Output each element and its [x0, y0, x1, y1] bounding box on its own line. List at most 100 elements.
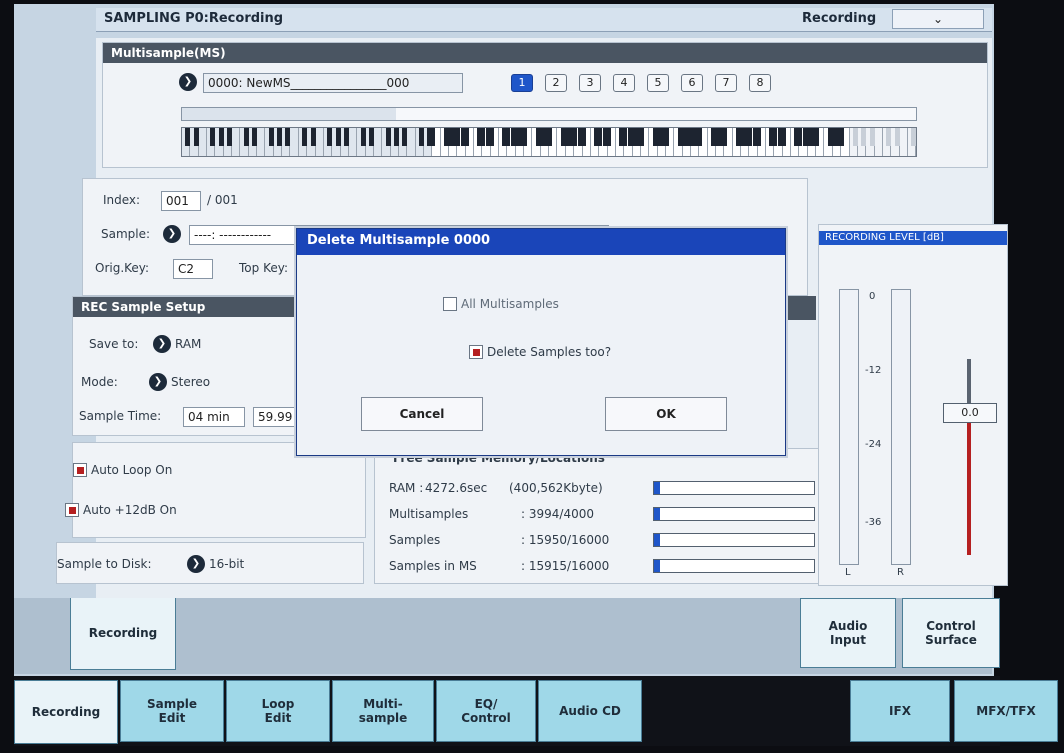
piano-key[interactable] [323, 128, 336, 156]
piano-key[interactable] [407, 128, 416, 156]
piano-key[interactable] [591, 128, 603, 156]
piano-key[interactable] [348, 128, 358, 156]
piano-key[interactable] [874, 128, 883, 156]
tab-ifx[interactable]: IFX [850, 680, 950, 742]
piano-key[interactable] [833, 128, 845, 156]
piano-key[interactable] [857, 128, 870, 156]
piano-key[interactable] [658, 128, 669, 156]
piano-key[interactable] [716, 128, 728, 156]
piano-key[interactable] [907, 128, 916, 156]
subtab-control-surface[interactable]: Control Surface [902, 598, 1000, 668]
piano-key[interactable] [457, 128, 469, 156]
piano-key[interactable] [248, 128, 261, 156]
piano-key[interactable] [624, 128, 636, 156]
piano-key[interactable] [491, 128, 500, 156]
keyboard[interactable] [181, 127, 917, 157]
piano-key[interactable] [432, 128, 441, 156]
piano-key[interactable] [198, 128, 208, 156]
piano-key[interactable] [882, 128, 895, 156]
auto-12db-checkbox[interactable]: Auto +12dB On [65, 503, 177, 517]
piano-key[interactable] [215, 128, 227, 156]
piano-key[interactable] [633, 128, 644, 156]
subtab-audio-input[interactable]: Audio Input [800, 598, 896, 668]
piano-key[interactable] [666, 128, 675, 156]
key-range-bar[interactable] [181, 107, 917, 121]
level-slider-knob[interactable]: 0.0 [943, 403, 997, 423]
bank-button-4[interactable]: 4 [613, 74, 635, 92]
piano-key[interactable] [841, 128, 850, 156]
piano-key[interactable] [574, 128, 586, 156]
piano-key[interactable] [207, 128, 219, 156]
piano-key[interactable] [699, 128, 708, 156]
piano-key[interactable] [649, 128, 661, 156]
piano-key[interactable] [273, 128, 286, 156]
piano-key[interactable] [799, 128, 811, 156]
subtab-recording[interactable]: Recording [70, 598, 176, 670]
piano-key[interactable] [549, 128, 558, 156]
piano-key[interactable] [616, 128, 628, 156]
piano-key[interactable] [315, 128, 324, 156]
piano-key[interactable] [482, 128, 494, 156]
piano-key[interactable] [232, 128, 241, 156]
bank-button-1[interactable]: 1 [511, 74, 533, 92]
piano-key[interactable] [390, 128, 402, 156]
ms-name-field[interactable]: 0000: NewMS________________000 [203, 73, 463, 93]
piano-key[interactable] [599, 128, 611, 156]
piano-key[interactable] [466, 128, 475, 156]
piano-key[interactable] [866, 128, 878, 156]
piano-key[interactable] [733, 128, 745, 156]
piano-key[interactable] [758, 128, 767, 156]
piano-key[interactable] [340, 128, 352, 156]
piano-key[interactable] [182, 128, 194, 156]
piano-key[interactable] [783, 128, 792, 156]
piano-key[interactable] [766, 128, 778, 156]
piano-key[interactable] [449, 128, 461, 156]
all-multisamples-checkbox[interactable]: All Multisamples [443, 297, 559, 311]
piano-key[interactable] [290, 128, 299, 156]
piano-key[interactable] [240, 128, 252, 156]
tab-eq-control[interactable]: EQ/ Control [436, 680, 536, 742]
bank-button-7[interactable]: 7 [715, 74, 737, 92]
bank-button-5[interactable]: 5 [647, 74, 669, 92]
piano-key[interactable] [516, 128, 528, 156]
piano-key[interactable] [474, 128, 486, 156]
piano-key[interactable] [641, 128, 650, 156]
piano-key[interactable] [298, 128, 311, 156]
piano-key[interactable] [741, 128, 753, 156]
tab-mfx-tfx[interactable]: MFX/TFX [954, 680, 1058, 742]
tab-recording[interactable]: Recording [14, 680, 118, 744]
piano-key[interactable] [899, 128, 908, 156]
tab-sample-edit[interactable]: Sample Edit [120, 680, 224, 742]
piano-key[interactable] [307, 128, 319, 156]
piano-key[interactable] [398, 128, 411, 156]
piano-key[interactable] [441, 128, 452, 156]
piano-key[interactable] [849, 128, 861, 156]
piano-key[interactable] [332, 128, 344, 156]
piano-key[interactable] [499, 128, 511, 156]
piano-key[interactable] [708, 128, 719, 156]
piano-key[interactable] [774, 128, 786, 156]
sample-time-min-field[interactable]: 04 min [183, 407, 245, 427]
piano-key[interactable] [674, 128, 686, 156]
orig-key-field[interactable]: C2 [173, 259, 213, 279]
ms-select-popup[interactable]: ❯ [179, 73, 197, 91]
piano-key[interactable] [824, 128, 836, 156]
bank-button-3[interactable]: 3 [579, 74, 601, 92]
piano-key[interactable] [282, 128, 294, 156]
piano-key[interactable] [257, 128, 266, 156]
tab-multisample[interactable]: Multi- sample [332, 680, 434, 742]
sample-select-popup[interactable]: ❯ [163, 225, 181, 243]
level-slider-track[interactable] [967, 359, 971, 555]
piano-black-key[interactable] [911, 128, 916, 146]
piano-key[interactable] [415, 128, 427, 156]
tab-audio-cd[interactable]: Audio CD [538, 680, 642, 742]
piano-key[interactable] [373, 128, 383, 156]
piano-key[interactable] [532, 128, 544, 156]
sample-time-sec-field[interactable]: 59.99 [253, 407, 301, 427]
piano-key[interactable] [190, 128, 202, 156]
sample-to-disk-popup[interactable]: ❯ 16-bit [187, 555, 244, 573]
piano-key[interactable] [507, 128, 519, 156]
tab-loop-edit[interactable]: Loop Edit [226, 680, 330, 742]
piano-key[interactable] [724, 128, 733, 156]
delete-samples-checkbox[interactable]: Delete Samples too? [469, 345, 611, 359]
